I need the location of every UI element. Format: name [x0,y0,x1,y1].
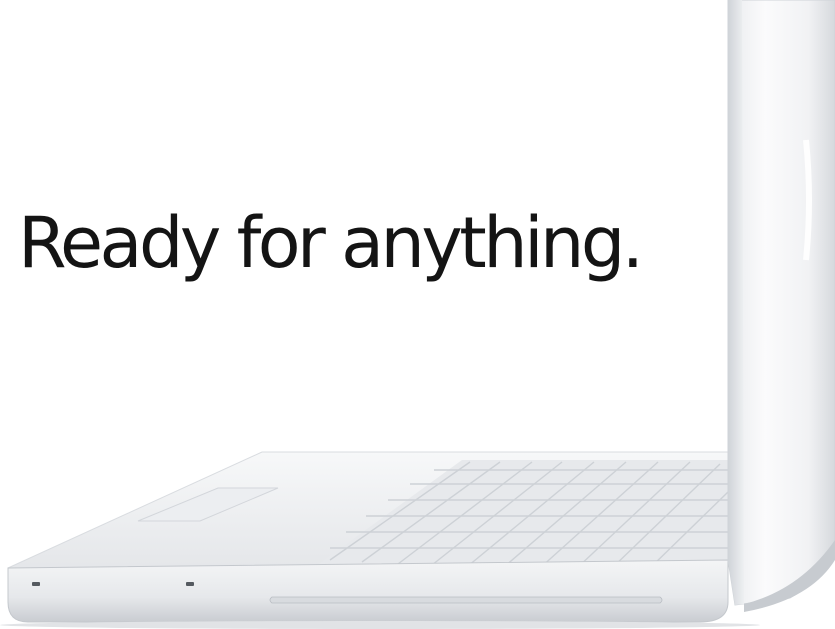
headline-text: Ready for anything. [18,202,644,284]
laptop-lid [727,0,835,606]
drive-slot [269,596,663,604]
lid-edge [728,0,744,605]
ad-scene: Ready for anything. [0,0,835,629]
laptop-base-front [7,559,729,623]
lid-highlight [803,139,812,261]
laptop-shadow [0,621,760,629]
white-laptop-illustration [0,0,835,629]
